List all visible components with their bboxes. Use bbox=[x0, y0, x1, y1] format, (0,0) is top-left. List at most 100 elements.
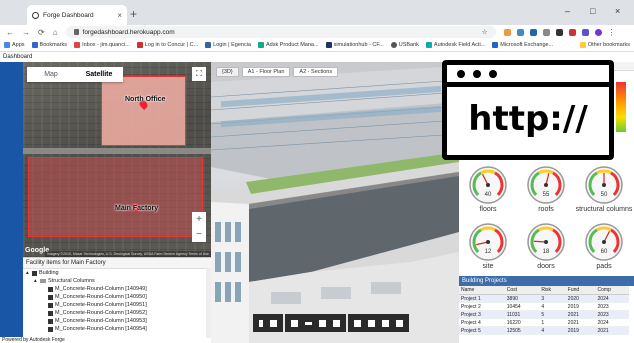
table-cell: 2023 bbox=[595, 302, 629, 311]
gauge: 50 structural columns bbox=[575, 165, 633, 213]
other-bookmarks[interactable]: Other bookmarks bbox=[579, 42, 630, 48]
explode-icon[interactable] bbox=[333, 319, 340, 327]
extension-icon[interactable] bbox=[503, 28, 511, 36]
gauge-dial: 18 bbox=[527, 223, 565, 261]
column-header[interactable]: Comp bbox=[595, 286, 629, 295]
tab-floor-plan[interactable]: A1 - Floor Plan bbox=[241, 67, 291, 77]
fullscreen-icon[interactable]: ⛶ bbox=[192, 67, 206, 81]
column-header[interactable]: Name bbox=[459, 286, 505, 295]
home-button[interactable]: ⌂ bbox=[53, 28, 58, 37]
tree-item[interactable]: M_Concrete-Round-Column [140951] bbox=[23, 301, 211, 309]
browser-toolbar: ← → ⟳ ⌂ forgedashboard.herokuapp.com ☆ ⋮ bbox=[0, 25, 634, 39]
back-button[interactable]: ← bbox=[6, 28, 14, 37]
star-icon[interactable]: ☆ bbox=[482, 28, 488, 36]
table-row[interactable]: Project 2 10454 4 2019 2023 bbox=[459, 302, 629, 311]
tree-item-label: Building bbox=[39, 270, 59, 276]
bookmarks-bar: Apps Bookmarks Inbox - jim.quanci... Log… bbox=[0, 39, 634, 52]
measure-icon[interactable] bbox=[305, 321, 312, 325]
map-toggle-map[interactable]: Map bbox=[27, 67, 75, 82]
extension-icon[interactable] bbox=[581, 28, 589, 36]
bookmark-item[interactable]: Inbox - jim.quanci... bbox=[74, 42, 130, 48]
tree-item-label: M_Concrete-Round-Column [140954] bbox=[55, 326, 147, 332]
camera-icon[interactable] bbox=[270, 319, 277, 327]
table-cell: 2023 bbox=[595, 310, 629, 319]
reload-button[interactable]: ⟳ bbox=[38, 28, 45, 37]
browser-tab[interactable]: Forge Dashboard × bbox=[27, 5, 127, 25]
extension-icon[interactable] bbox=[516, 28, 524, 36]
tree-item[interactable]: ▴ Structural Columns bbox=[23, 277, 211, 285]
close-tab-icon[interactable]: × bbox=[117, 11, 122, 20]
browser-tabstrip: Forge Dashboard × + – □ × bbox=[0, 0, 634, 25]
bookmark-item[interactable]: Bookmarks bbox=[31, 42, 67, 48]
bookmark-item[interactable]: Login | Egencia bbox=[205, 42, 251, 48]
building-projects-title: Building Projects bbox=[459, 276, 634, 286]
bookmark-item[interactable]: Log in to Concur | C... bbox=[136, 42, 198, 48]
profile-avatar[interactable] bbox=[594, 28, 602, 36]
gauge-value: 55 bbox=[543, 192, 550, 198]
map-type-toggle: Map Satellite bbox=[27, 67, 123, 82]
gauge-dial: 55 bbox=[527, 166, 565, 204]
extension-icon[interactable] bbox=[555, 28, 563, 36]
fullscreen-icon[interactable] bbox=[396, 319, 403, 327]
column-header[interactable]: Fund bbox=[565, 286, 596, 295]
model-browser-icon[interactable] bbox=[354, 319, 361, 327]
forge-viewer[interactable]: {3D} A1 - Floor Plan A2 - Sections bbox=[211, 62, 459, 343]
extensions: ⋮ bbox=[503, 28, 616, 36]
tab-3d[interactable]: {3D} bbox=[216, 67, 239, 77]
tree-item[interactable]: M_Concrete-Round-Column [140950] bbox=[23, 293, 211, 301]
extension-icon[interactable] bbox=[568, 28, 576, 36]
extension-icon[interactable] bbox=[529, 28, 537, 36]
bookmark-item[interactable]: USBank bbox=[390, 42, 419, 48]
table-row[interactable]: Project 5 12505 4 2019 2021 bbox=[459, 326, 629, 335]
close-window-button[interactable]: × bbox=[615, 6, 620, 16]
main-factory-outline[interactable] bbox=[28, 157, 203, 237]
tree-item-label: M_Concrete-Round-Column [140951] bbox=[55, 302, 147, 308]
bookmark-item[interactable]: Apps bbox=[4, 42, 25, 48]
properties-icon[interactable] bbox=[368, 319, 375, 327]
tab-sections[interactable]: A2 - Sections bbox=[293, 67, 339, 77]
bookmark-item[interactable]: simulationhub - CF... bbox=[325, 42, 384, 48]
bookmark-item[interactable]: Adsk Product Mana... bbox=[257, 42, 319, 48]
new-tab-button[interactable]: + bbox=[130, 7, 137, 21]
table-cell: 5 bbox=[539, 310, 566, 319]
tree-item[interactable]: ▴ Building bbox=[23, 269, 211, 277]
expand-icon[interactable]: ▴ bbox=[26, 270, 30, 276]
north-office-outline[interactable] bbox=[101, 76, 186, 146]
table-cell: Project 2 bbox=[459, 302, 505, 311]
menu-icon[interactable]: ⋮ bbox=[608, 28, 616, 36]
expand-icon[interactable]: ▴ bbox=[34, 278, 38, 284]
settings-icon[interactable] bbox=[291, 319, 298, 327]
view-tabs: {3D} A1 - Floor Plan A2 - Sections bbox=[211, 67, 339, 77]
map-panel[interactable]: North Office Main Factory Map Satellite … bbox=[23, 62, 211, 257]
folder-icon bbox=[40, 279, 46, 283]
maximize-button[interactable]: □ bbox=[590, 6, 595, 16]
gear-icon[interactable] bbox=[382, 319, 389, 327]
tree-item-label: M_Concrete-Round-Column [140952] bbox=[55, 310, 147, 316]
column-header[interactable]: Cost bbox=[504, 286, 540, 295]
tree-item[interactable]: M_Concrete-Round-Column [140954] bbox=[23, 325, 211, 333]
tree-item[interactable]: M_Concrete-Round-Column [140953] bbox=[23, 317, 211, 325]
page-margin bbox=[0, 62, 23, 343]
table-row[interactable]: Project 4 16220 1 2021 2024 bbox=[459, 318, 629, 327]
zoom-out-button[interactable]: − bbox=[196, 229, 202, 240]
section-icon[interactable] bbox=[319, 319, 326, 327]
bookmark-item[interactable]: Autodesk Field Acti... bbox=[425, 42, 485, 48]
building-projects-panel: Building Projects Name Cost Risk Fund Comp P… bbox=[459, 276, 634, 343]
bookmark-item[interactable]: Microsoft Exchange... bbox=[492, 42, 553, 48]
extension-icon[interactable] bbox=[542, 28, 550, 36]
table-cell: 3890 bbox=[504, 294, 540, 303]
address-bar[interactable]: forgedashboard.herokuapp.com ☆ bbox=[65, 26, 496, 38]
tree-item[interactable]: M_Concrete-Round-Column [140949] bbox=[23, 285, 211, 293]
table-row[interactable]: Project 3 11031 5 2021 2023 bbox=[459, 310, 629, 319]
table-cell: 1 bbox=[539, 318, 566, 327]
column-header[interactable]: Risk bbox=[539, 286, 566, 295]
forward-button[interactable]: → bbox=[22, 28, 30, 37]
table-row[interactable]: Project 1 3890 3 2020 2024 bbox=[459, 294, 629, 303]
tree-item[interactable]: M_Concrete-Round-Column [140952] bbox=[23, 309, 211, 317]
map-toggle-satellite[interactable]: Satellite bbox=[75, 67, 123, 82]
zoom-in-button[interactable]: + bbox=[196, 214, 202, 225]
minimize-button[interactable]: – bbox=[565, 6, 570, 16]
walk-icon[interactable] bbox=[259, 319, 263, 327]
globe-icon bbox=[32, 11, 39, 19]
simulationhub-icon bbox=[325, 42, 332, 48]
